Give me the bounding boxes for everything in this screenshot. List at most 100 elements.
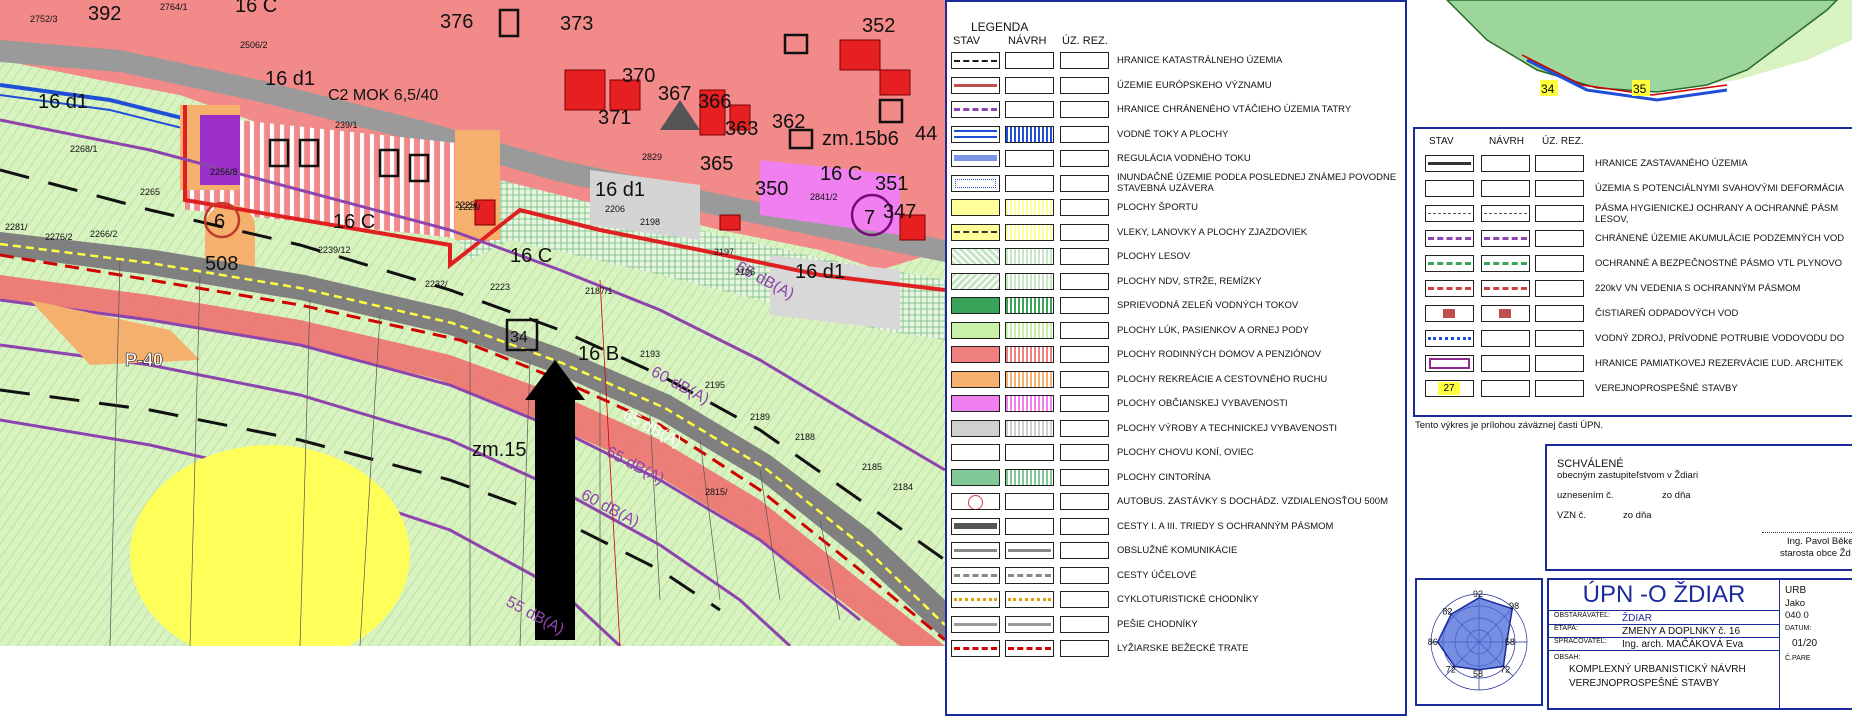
legend-swatch-navrh — [1005, 493, 1054, 510]
legend-swatch-uz-rez — [1060, 640, 1109, 657]
signatory-role: starosta obce Žd — [1780, 548, 1851, 559]
legend2-label: ÚZEMIA S POTENCIÁLNYMI SVAHOVÝMI DEFORMÁ… — [1595, 183, 1844, 194]
map-canvas[interactable]: 392 376 373 352 370 367 366 371 363 362 … — [0, 0, 945, 646]
datum-label: DATUM: — [1785, 625, 1812, 632]
legend-swatch-navrh — [1005, 517, 1054, 535]
legend2-row: ÚZEMIA S POTENCIÁLNYMI SVAHOVÝMI DEFORMÁ… — [1417, 177, 1852, 201]
legend-swatch-uz-rez — [1060, 150, 1109, 167]
legend2-swatch-uz-rez — [1535, 205, 1584, 222]
zone-label: 16 C — [333, 211, 375, 233]
legend2-swatch-navrh — [1481, 155, 1530, 172]
legend-swatch-navrh — [1005, 566, 1054, 584]
legend2-swatch-stav — [1425, 280, 1474, 297]
legend2-row: 220kV VN VEDENIA S OCHRANNÝM PÁSMOM — [1417, 277, 1852, 301]
legend-swatch-stav — [951, 591, 1000, 608]
legend-row: REGULÁCIA VODNÉHO TOKU — [945, 147, 1407, 171]
legend2-swatch-uz-rez — [1535, 230, 1584, 247]
col-header-navrh: NÁVRH — [1489, 136, 1525, 147]
legend-label: REGULÁCIA VODNÉHO TOKU — [1117, 153, 1251, 164]
legend-swatch-navrh — [1005, 321, 1054, 339]
legend-swatch-navrh — [1005, 272, 1054, 290]
legend-title: LEGENDA — [971, 20, 1029, 34]
legend-swatch-uz-rez — [1060, 76, 1109, 94]
zone-label: 16 C — [510, 245, 552, 267]
legend-label: LYŽIARSKE BEŽECKÉ TRATE — [1117, 643, 1249, 654]
legend-row: PEŠIE CHODNÍKY — [945, 613, 1407, 637]
side-number: 040 0 — [1785, 610, 1809, 621]
signature-line — [1762, 532, 1852, 533]
legend-label: VODNÉ TOKY A PLOCHY — [1117, 128, 1229, 140]
legend2-label: VODNÝ ZDROJ, PRÍVODNÉ POTRUBIE VODOVODU … — [1595, 333, 1845, 344]
legend2-swatch-navrh — [1481, 180, 1530, 197]
obsah-line1: KOMPLEXNÝ URBANISTICKÝ NÁVRH — [1569, 664, 1746, 675]
signatory-name: Ing. Pavol Běke — [1787, 536, 1852, 547]
legend-label: PLOCHY ŠPORTU — [1117, 202, 1198, 213]
legend-label: AUTOBUS. ZASTÁVKY S DOCHÁDZ. VZDIALENOSŤ… — [1117, 496, 1388, 507]
legend-label: VLEKY, LANOVKY A PLOCHY ZJAZDOVIEK — [1117, 226, 1308, 238]
legend-label: HRANICE CHRÁNENÉHO VTÁČIEHO ÚZEMIA TATRY — [1117, 104, 1352, 115]
approval-line1: obecným zastupiteľstvom v Ždiari — [1557, 470, 1699, 481]
parcel-number: 2206 — [605, 204, 625, 214]
legend-swatch-uz-rez — [1060, 272, 1109, 290]
legend2-swatch-uz-rez — [1535, 280, 1584, 297]
legend-swatch-uz-rez — [1060, 615, 1109, 633]
legend2-label: HRANICE PAMIATKOVEJ REZERVÁCIE ĽUD. ARCH… — [1595, 358, 1844, 369]
approval-vzn: VZN č. — [1557, 510, 1587, 521]
parcel-number: 2281/ — [5, 222, 28, 232]
legend-swatch-stav — [951, 76, 1000, 94]
legend2-label: PÁSMA HYGIENICKEJ OCHRANY A OCHRANNÉ PÁS… — [1595, 203, 1839, 214]
legend-swatch-uz-rez — [1060, 297, 1109, 314]
legend-swatch-stav — [951, 370, 1000, 388]
legend2-swatch-stav — [1425, 255, 1474, 272]
legend-row: SPRIEVODNÁ ZELEŇ VODNÝCH TOKOV — [945, 294, 1407, 318]
zone-label: P-40 — [125, 350, 163, 370]
legend-swatch-navrh — [1005, 101, 1054, 118]
legend-label: ÚZEMIE EURÓPSKEHO VÝZNAMU — [1117, 79, 1272, 91]
legend-label: PLOCHY CHOVU KONÍ, OVIEC — [1117, 447, 1254, 458]
legend-swatch-navrh — [1005, 52, 1054, 69]
legend-swatch-stav — [951, 321, 1000, 339]
parcel-number: 239/1 — [335, 120, 358, 130]
legend2-swatch-uz-rez — [1535, 355, 1584, 372]
parcel-number: 2188 — [795, 432, 815, 442]
legend2-swatch-stav — [1425, 155, 1474, 172]
legend2-swatch-navrh — [1481, 230, 1530, 247]
radar-chart: 92 98 58 72 58 72 86 82 — [1428, 589, 1528, 691]
parcel-number: 2841/2 — [810, 192, 838, 202]
legend-swatch-uz-rez — [1060, 493, 1109, 510]
parcel-number: 2197 — [714, 247, 734, 257]
titleblock-value: ZMENY A DOPLNKY č. 16 — [1622, 626, 1741, 637]
obsah-line2: VEREJNOPROSPEŠNÉ STAVBY — [1569, 678, 1720, 689]
legend-swatch-uz-rez — [1060, 174, 1109, 192]
legend-swatch-stav — [951, 566, 1000, 584]
legend-swatch-uz-rez — [1060, 125, 1109, 143]
col-header-stav: STAV — [953, 35, 981, 47]
zone-label: 16 d1 — [595, 179, 645, 201]
titleblock-value: Ing. arch. MAČÁKOVÁ Eva — [1622, 639, 1744, 650]
legend2-swatch-uz-rez — [1535, 380, 1584, 397]
radar-value-label: 98 — [1509, 601, 1519, 611]
legend-row: PLOCHY CINTORÍNA — [945, 466, 1407, 490]
titleblock-key: ETAPA: — [1554, 625, 1578, 632]
legend2-row: HRANICE PAMIATKOVEJ REZERVÁCIE ĽUD. ARCH… — [1417, 352, 1852, 376]
plot-number: 373 — [560, 13, 593, 35]
legend2-swatch-stav — [1425, 180, 1474, 197]
legend-swatch-stav — [951, 444, 1000, 461]
inset-number: 35 — [1633, 82, 1647, 96]
radar-value-label: 58 — [1505, 637, 1515, 647]
legend-swatch-navrh — [1005, 444, 1054, 461]
zone-label: 16 d1 — [795, 261, 845, 283]
legend-swatch-uz-rez — [1060, 52, 1109, 69]
parcel-number: 2268/1 — [70, 144, 98, 154]
plot-number: 508 — [205, 253, 238, 275]
legend-swatch-stav — [951, 542, 1000, 559]
plot-number: 352 — [862, 15, 895, 37]
parcel-number: 2506/2 — [240, 40, 268, 50]
zone-label: C2 MOK 6,5/40 — [328, 87, 438, 104]
legend-label: INUNDAČNÉ ÚZEMIE PODĽA POSLEDNEJ ZNÁMEJ … — [1117, 171, 1397, 194]
legend-swatch-navrh — [1005, 468, 1054, 486]
plot-number: 6 — [214, 211, 225, 233]
parcel-number: 2265 — [140, 187, 160, 197]
legend-row: CESTY ÚČELOVÉ — [945, 564, 1407, 588]
zoning-map[interactable]: 392 376 373 352 370 367 366 371 363 362 … — [0, 0, 945, 646]
